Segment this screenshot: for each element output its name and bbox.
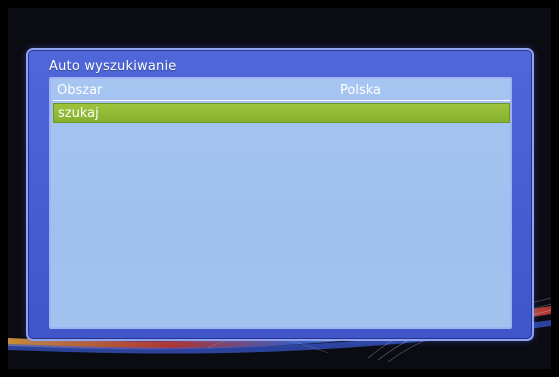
tv-screen: Auto wyszukiwanie Obszar Polska szukaj [8,8,551,369]
auto-search-dialog: Auto wyszukiwanie Obszar Polska szukaj [26,48,534,341]
area-value: Polska [340,83,381,98]
list-row-search[interactable]: szukaj [53,103,510,123]
search-label: szukaj [58,105,99,121]
dialog-title: Auto wyszukiwanie [49,59,177,74]
area-label: Obszar [57,83,103,98]
settings-list: Obszar Polska szukaj [49,77,512,329]
list-row-area[interactable]: Obszar Polska [53,81,510,101]
